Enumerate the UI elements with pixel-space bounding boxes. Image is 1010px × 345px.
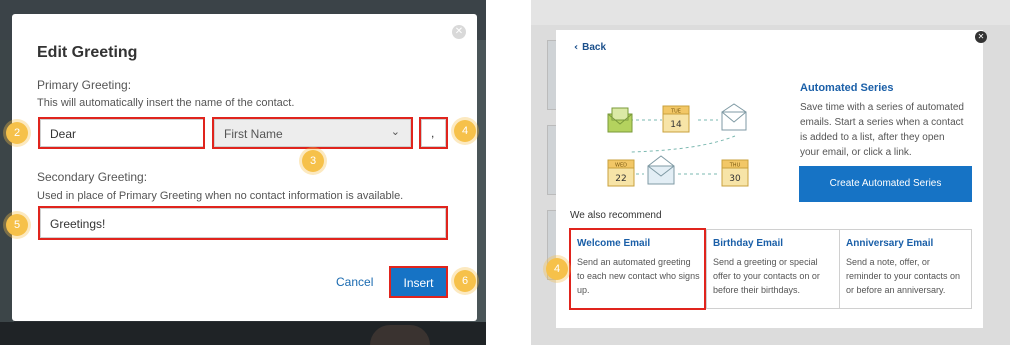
create-automated-series-button[interactable]: Create Automated Series xyxy=(799,166,972,202)
calendar-day: 30 xyxy=(729,174,741,184)
envelope-icon xyxy=(721,103,747,131)
automated-series-title: Automated Series xyxy=(800,82,894,94)
secondary-greeting-label: Secondary Greeting: xyxy=(37,170,148,184)
calendar-icon: WED 22 xyxy=(607,159,635,187)
tile-description: Send a greeting or special offer to your… xyxy=(713,257,820,295)
secondary-greeting-help: Used in place of Primary Greeting when n… xyxy=(37,190,404,202)
chevron-left-icon: ‹ xyxy=(574,42,579,53)
calendar-month: TUE xyxy=(670,109,681,115)
highlight-box xyxy=(212,117,413,149)
primary-greeting-label: Primary Greeting: xyxy=(37,78,132,92)
tile-title: Birthday Email xyxy=(713,238,784,249)
step-badge: 5 xyxy=(6,214,28,236)
calendar-icon: THU 30 xyxy=(721,159,749,187)
calendar-day: 22 xyxy=(615,174,626,184)
calendar-day: 14 xyxy=(670,120,682,130)
highlight-box xyxy=(419,117,448,149)
background-figure xyxy=(370,325,430,345)
modal-title: Edit Greeting xyxy=(37,44,138,61)
automated-series-illustration: TUE 14 WED 22 THU 30 xyxy=(607,103,749,187)
step-badge: 4 xyxy=(454,120,476,142)
primary-greeting-help: This will automatically insert the name … xyxy=(37,97,295,109)
birthday-email-tile[interactable]: Birthday Email Send a greeting or specia… xyxy=(706,230,839,308)
step-badge: 2 xyxy=(6,122,28,144)
highlight-box xyxy=(38,206,448,240)
calendar-month: THU xyxy=(729,163,741,169)
step-badge: 4 xyxy=(546,258,568,280)
envelope-icon xyxy=(647,155,675,185)
highlight-box xyxy=(38,117,205,149)
recommend-heading: We also recommend xyxy=(570,210,662,221)
background-header xyxy=(531,0,1010,25)
anniversary-email-tile[interactable]: Anniversary Email Send a note, offer, or… xyxy=(839,230,971,308)
back-label: Back xyxy=(582,42,607,53)
tile-title: Anniversary Email xyxy=(846,238,934,249)
step-badge: 6 xyxy=(454,270,476,292)
insert-button[interactable]: Insert xyxy=(389,266,448,298)
automated-series-description: Save time with a series of automated ema… xyxy=(800,102,964,158)
cancel-button[interactable]: Cancel xyxy=(336,275,373,289)
tile-description: Send a note, offer, or reminder to your … xyxy=(846,257,961,295)
highlight-box xyxy=(569,228,706,310)
step-badge: 3 xyxy=(302,150,324,172)
close-icon[interactable]: ✕ xyxy=(975,31,987,43)
calendar-icon: TUE 14 xyxy=(662,105,690,133)
back-link[interactable]: ‹ Back xyxy=(574,42,606,53)
close-icon[interactable]: ✕ xyxy=(452,25,466,39)
envelope-icon xyxy=(607,107,633,133)
calendar-month: WED xyxy=(615,163,627,169)
